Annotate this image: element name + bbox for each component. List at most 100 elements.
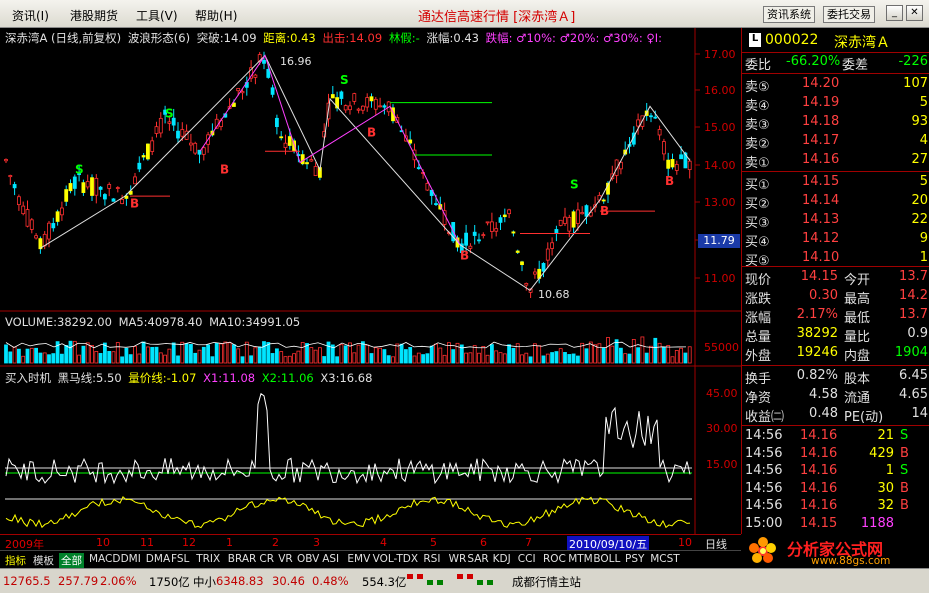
stat2-value-2: 6.45 xyxy=(899,368,928,383)
buy-level-row[interactable]: 买② 14.14 20 xyxy=(742,193,929,212)
indicator-tab[interactable]: CR xyxy=(257,553,276,565)
stat-label-2: 最高 xyxy=(844,292,871,307)
chart-area[interactable]: S S S S B B B B B B 深赤湾A (日线,前复权) 波浪形态(6) 突破:14.0… xyxy=(0,28,741,534)
stat2-value: 0.82% xyxy=(796,368,838,383)
buy-level-row[interactable]: 买④ 14.12 9 xyxy=(742,231,929,250)
extra-values: 跌幅: ♂10%: ♂20%: ♂30%: ♀I: xyxy=(485,31,663,45)
indicator-tab[interactable]: CCI xyxy=(516,553,538,565)
indicator-tab[interactable]: EMV xyxy=(345,553,372,565)
sell-level-row[interactable]: 卖⑤ 14.20 107 xyxy=(742,76,929,95)
y-tick: 17.00 xyxy=(704,48,736,61)
menu-help[interactable]: 帮助(H) xyxy=(195,7,237,24)
date-tick: 3 xyxy=(313,536,320,549)
buy-level-price: 14.12 xyxy=(802,231,840,246)
price-info-line: 深赤湾A (日线,前复权) 波浪形态(6) 突破:14.09 距离:0.43 出… xyxy=(5,30,665,46)
tick-time: 14:56 xyxy=(745,480,783,496)
y-tick: 14.00 xyxy=(704,159,736,172)
sell-level-label: 卖⑤ xyxy=(745,80,770,95)
index1-pct: 2.06% xyxy=(100,574,137,588)
date-tick: 12 xyxy=(182,536,196,549)
stock-name: 深赤湾Ａ xyxy=(834,35,890,51)
indicator-tab[interactable]: ROC xyxy=(541,553,568,565)
trade-button[interactable]: 委托交易 xyxy=(823,6,875,23)
menu-info[interactable]: 资讯(I) xyxy=(12,7,49,24)
stat-label-2: 量比 xyxy=(844,330,871,345)
station-name[interactable]: 成都行情主站 xyxy=(512,574,581,590)
stat-row: 现价 14.15 今开 13.7 xyxy=(742,269,929,288)
close-icon[interactable]: ✕ xyxy=(906,5,923,21)
menu-hk-futures[interactable]: 港股期货 xyxy=(70,7,118,24)
tick-volume: 32 xyxy=(877,498,894,513)
indicator-tab[interactable]: MACD xyxy=(87,553,122,565)
indicator-tab[interactable]: ASI xyxy=(320,553,341,565)
low-label: 10.68 xyxy=(538,288,570,301)
stat-value: 2.17% xyxy=(796,307,838,322)
indicator-tab[interactable]: RSI xyxy=(421,553,442,565)
minimize-icon[interactable]: _ xyxy=(886,5,903,21)
buy-level-volume: 20 xyxy=(911,193,928,208)
indicator-tab[interactable]: DMI xyxy=(119,553,143,565)
ma10-value: MA10:34991.05 xyxy=(209,315,301,329)
svg-text:S: S xyxy=(340,73,349,87)
quote-panel: L 000022 深赤湾Ａ 委比 -66.20% 委差 -226 卖⑤ 14.2… xyxy=(741,28,929,534)
tick-row: 14:56 14.16 32 B xyxy=(742,498,929,516)
tick-time: 14:56 xyxy=(745,498,783,513)
svg-text:B: B xyxy=(220,163,229,177)
buy-level-price: 14.10 xyxy=(802,250,840,265)
buy-level-row[interactable]: 买① 14.15 5 xyxy=(742,174,929,193)
indicator-tab[interactable]: OBV xyxy=(295,553,321,565)
volume-value: VOLUME:38292.00 xyxy=(5,315,112,329)
stat-value-2: 1904 xyxy=(894,345,928,360)
indicator-tab[interactable]: BOLL xyxy=(591,553,622,565)
y-tick: 15.00 xyxy=(704,121,736,134)
indicator-tab[interactable]: FSL xyxy=(169,553,191,565)
stat2-label-2: 流通 xyxy=(844,391,871,406)
indicator-tab[interactable]: 全部 xyxy=(59,553,84,568)
indicator-tab[interactable]: TRIX xyxy=(194,553,222,565)
flower-logo-icon xyxy=(749,537,776,563)
watermark-url: www.88gs.com xyxy=(811,555,891,567)
tick-row: 15:00 14.15 1188 xyxy=(742,516,929,534)
signal-y-tick: 15.00 xyxy=(706,458,738,471)
stat2-row: 净资 4.58 流通 4.65 xyxy=(742,387,929,406)
buy-level-price: 14.14 xyxy=(802,193,840,208)
stat2-value-2: 14 xyxy=(911,406,928,421)
indicator-tab[interactable]: 模板 xyxy=(31,553,56,568)
stat2-value: 0.48 xyxy=(809,406,838,421)
indicator-tab[interactable]: VR xyxy=(276,553,294,565)
watermark: 分析家公式网 www.88gs.com xyxy=(741,534,929,568)
black-horse-value: 黑马线:5.50 xyxy=(57,371,122,385)
sell-level-label: 卖② xyxy=(745,137,770,152)
buy-level-label: 买④ xyxy=(745,235,770,250)
indicator-tab[interactable]: PSY xyxy=(623,553,646,565)
buy-level-row[interactable]: 买③ 14.13 22 xyxy=(742,212,929,231)
indicator-tab[interactable]: SAR xyxy=(465,553,490,565)
menu-tools[interactable]: 工具(V) xyxy=(136,7,178,24)
sell-level-row[interactable]: 卖① 14.16 27 xyxy=(742,152,929,171)
info-system-button[interactable]: 资讯系统 xyxy=(763,6,815,23)
tick-price: 14.16 xyxy=(800,445,838,461)
stat2-label: 收益㈡ xyxy=(745,410,785,425)
indicator-tab[interactable]: DMA xyxy=(144,553,172,565)
indicator-tab[interactable]: MCST xyxy=(648,553,681,565)
date-tick: 10 xyxy=(96,536,110,549)
indicator-tab[interactable]: 指标 xyxy=(3,553,28,568)
sell-level-row[interactable]: 卖④ 14.19 5 xyxy=(742,95,929,114)
sell-level-row[interactable]: 卖③ 14.18 93 xyxy=(742,114,929,133)
sell-level-volume: 93 xyxy=(911,114,928,129)
tick-volume: 1188 xyxy=(860,515,894,531)
chart-canvas[interactable]: S S S S B B B B B B xyxy=(0,28,741,534)
buy-level-volume: 22 xyxy=(911,212,928,227)
tick-row: 14:56 14.16 30 B xyxy=(742,481,929,499)
sell-level-row[interactable]: 卖② 14.17 4 xyxy=(742,133,929,152)
stat-value-2: 13.7 xyxy=(899,269,928,284)
indicator-tab[interactable]: KDJ xyxy=(491,553,513,565)
indicator-tab[interactable]: BRAR xyxy=(226,553,259,565)
stat-label: 涨幅 xyxy=(745,311,772,326)
svg-text:B: B xyxy=(665,174,674,188)
signal-y-tick: 30.00 xyxy=(706,422,738,435)
date-tick: 11 xyxy=(140,536,154,549)
tick-time: 14:56 xyxy=(745,463,783,478)
date-tick: 5 xyxy=(430,536,437,549)
indicator-tab[interactable]: VOL-TDX xyxy=(371,553,420,565)
